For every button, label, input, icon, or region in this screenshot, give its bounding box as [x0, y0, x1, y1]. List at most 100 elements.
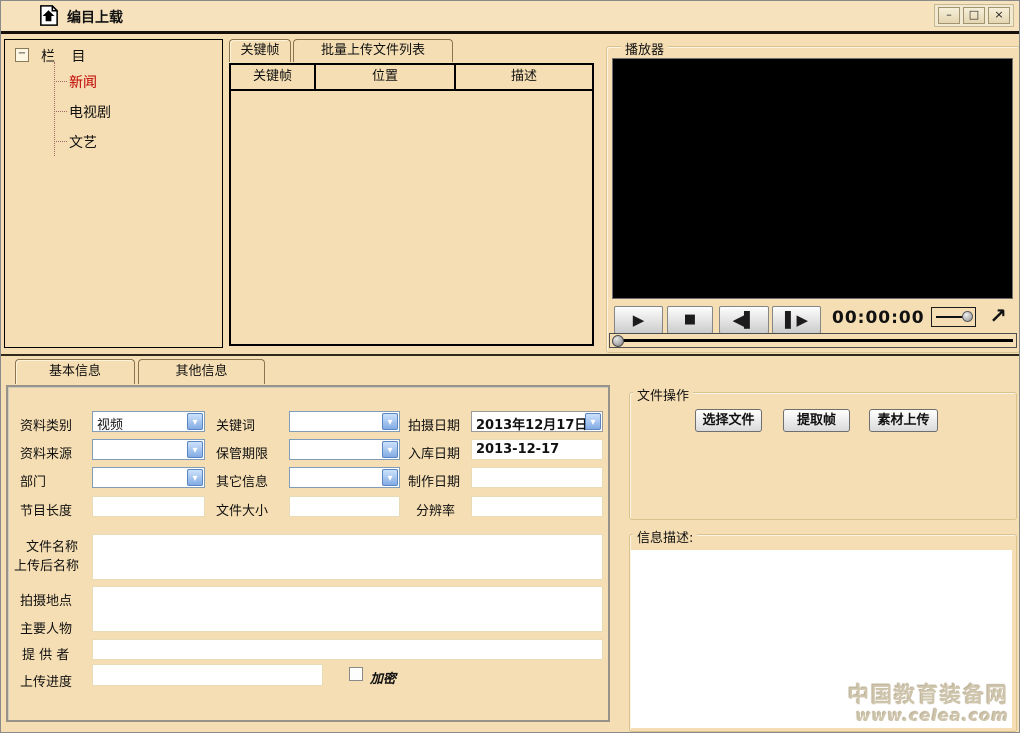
tree-item-arts[interactable]: 文艺	[54, 132, 97, 150]
step-forward-button[interactable]: ▌▶	[772, 306, 821, 334]
close-button[interactable]: ×	[988, 7, 1010, 24]
dropdown-arrow-icon[interactable]: ▾	[382, 413, 398, 430]
window-controls: – □ ×	[934, 4, 1014, 27]
shoot-date-label: 拍摄日期	[408, 415, 460, 434]
fullscreen-icon: ↗	[989, 304, 1007, 328]
encrypt-checkbox[interactable]	[349, 667, 363, 681]
play-button[interactable]: ▶	[614, 306, 663, 334]
dropdown-arrow-icon[interactable]: ▾	[187, 469, 203, 486]
close-icon: ×	[994, 8, 1003, 21]
file-name-label: 文件名称	[26, 536, 78, 555]
category-tree-panel: − 栏 目 新闻 电视剧 文艺	[4, 39, 223, 348]
info-description-label: 信息描述:	[633, 527, 697, 546]
seek-thumb[interactable]	[612, 335, 624, 347]
playback-time: 00:00:00	[832, 308, 925, 328]
volume-slider[interactable]	[931, 307, 976, 327]
tree-item-tv-drama[interactable]: 电视剧	[54, 102, 111, 120]
keyframe-tabs: 关键帧 批量上传文件列表	[229, 39, 453, 62]
player-group-label: 播放器	[621, 39, 668, 58]
watermark-site-url: www.celea.com	[848, 707, 1009, 725]
upload-progress-bar	[92, 664, 323, 686]
video-display-area	[612, 58, 1013, 299]
keyframe-table: 关键帧 位置 描述	[229, 63, 594, 346]
retention-period-label: 保管期限	[216, 443, 268, 462]
tree-root-label[interactable]: 栏 目	[41, 46, 91, 66]
info-tabs: 基本信息 其他信息	[15, 359, 265, 384]
select-file-button[interactable]: 选择文件	[695, 409, 762, 432]
tab-other-info[interactable]: 其他信息	[138, 359, 265, 384]
column-header-position: 位置	[316, 65, 456, 89]
resolution-input[interactable]	[471, 496, 603, 517]
maximize-icon: □	[969, 8, 979, 21]
other-info-label: 其它信息	[216, 471, 268, 490]
basic-info-form: 资料类别 视频 ▾ 资料来源 ▾ 部门 ▾ 节目长度 关键词 ▾ 保管期限 ▾ …	[6, 385, 610, 722]
dropdown-arrow-icon[interactable]: ▾	[187, 413, 203, 430]
minimize-icon: –	[946, 8, 952, 21]
file-size-label: 文件大小	[216, 500, 268, 519]
production-date-label: 制作日期	[408, 471, 460, 490]
tab-keyframe[interactable]: 关键帧	[229, 39, 291, 62]
info-description-textarea[interactable]: 中国教育装备网 www.celea.com	[631, 550, 1012, 728]
encrypt-label: 加密	[370, 668, 396, 687]
tab-batch-upload-list[interactable]: 批量上传文件列表	[293, 39, 453, 62]
dropdown-arrow-icon[interactable]: ▾	[585, 413, 601, 430]
column-header-description: 描述	[456, 65, 592, 89]
shoot-date-picker[interactable]: 2013年12月17日 ▾	[471, 411, 603, 432]
tab-basic-info[interactable]: 基本信息	[15, 359, 135, 384]
material-upload-button[interactable]: 素材上传	[869, 409, 938, 432]
section-separator	[1, 354, 1019, 356]
tree-collapse-icon[interactable]: −	[15, 48, 29, 62]
file-operations-label: 文件操作	[633, 385, 693, 404]
stop-icon: ■	[684, 312, 696, 327]
material-source-select[interactable]: ▾	[92, 439, 205, 460]
step-back-icon: ◀▌	[732, 311, 755, 329]
retention-period-select[interactable]: ▾	[289, 439, 400, 460]
dropdown-arrow-icon[interactable]: ▾	[187, 441, 203, 458]
title-bar: 编目上载 – □ ×	[1, 1, 1019, 31]
keyframe-table-body[interactable]	[231, 91, 592, 344]
minimize-button[interactable]: –	[938, 7, 960, 24]
production-date-input[interactable]	[471, 467, 603, 488]
storage-date-input[interactable]: 2013-12-17	[471, 439, 603, 460]
main-people-label: 主要人物	[20, 618, 72, 637]
seek-bar[interactable]	[609, 333, 1017, 348]
program-length-input[interactable]	[92, 496, 205, 517]
seek-track	[613, 339, 1013, 342]
keyframe-table-header: 关键帧 位置 描述	[231, 65, 592, 91]
column-header-keyframe: 关键帧	[231, 65, 316, 89]
department-select[interactable]: ▾	[92, 467, 205, 488]
extract-frame-button[interactable]: 提取帧	[783, 409, 850, 432]
upload-progress-label: 上传进度	[20, 671, 72, 690]
material-category-select[interactable]: 视频 ▾	[92, 411, 205, 432]
app-window: 编目上载 – □ × − 栏 目 新闻 电视剧 文艺 关键帧 批量上传文件列表 …	[0, 0, 1020, 733]
app-upload-icon	[37, 4, 60, 27]
provider-label: 提 供 者	[22, 644, 69, 663]
dropdown-arrow-icon[interactable]: ▾	[382, 441, 398, 458]
watermark-site-name: 中国教育装备网	[848, 684, 1009, 707]
step-back-button[interactable]: ◀▌	[719, 306, 769, 334]
keyword-label: 关键词	[216, 415, 255, 434]
shoot-location-label: 拍摄地点	[20, 590, 72, 609]
tree-item-news[interactable]: 新闻	[54, 72, 97, 90]
upload-name-label: 上传后名称	[14, 555, 79, 574]
shoot-location-textarea[interactable]	[92, 586, 603, 632]
material-source-label: 资料来源	[20, 443, 72, 462]
material-category-value: 视频	[97, 414, 123, 433]
keyword-select[interactable]: ▾	[289, 411, 400, 432]
fullscreen-button[interactable]: ↗	[986, 304, 1010, 328]
volume-thumb[interactable]	[962, 311, 973, 322]
storage-date-label: 入库日期	[408, 443, 460, 462]
window-title: 编目上载	[67, 7, 123, 27]
resolution-label: 分辨率	[416, 500, 455, 519]
provider-input[interactable]	[92, 639, 603, 660]
other-info-select[interactable]: ▾	[289, 467, 400, 488]
titlebar-separator	[1, 31, 1019, 34]
file-name-textarea[interactable]	[92, 534, 603, 580]
maximize-button[interactable]: □	[963, 7, 985, 24]
file-size-input[interactable]	[289, 496, 400, 517]
dropdown-arrow-icon[interactable]: ▾	[382, 469, 398, 486]
stop-button[interactable]: ■	[667, 306, 713, 334]
material-category-label: 资料类别	[20, 415, 72, 434]
play-icon: ▶	[633, 311, 645, 329]
program-length-label: 节目长度	[20, 500, 72, 519]
